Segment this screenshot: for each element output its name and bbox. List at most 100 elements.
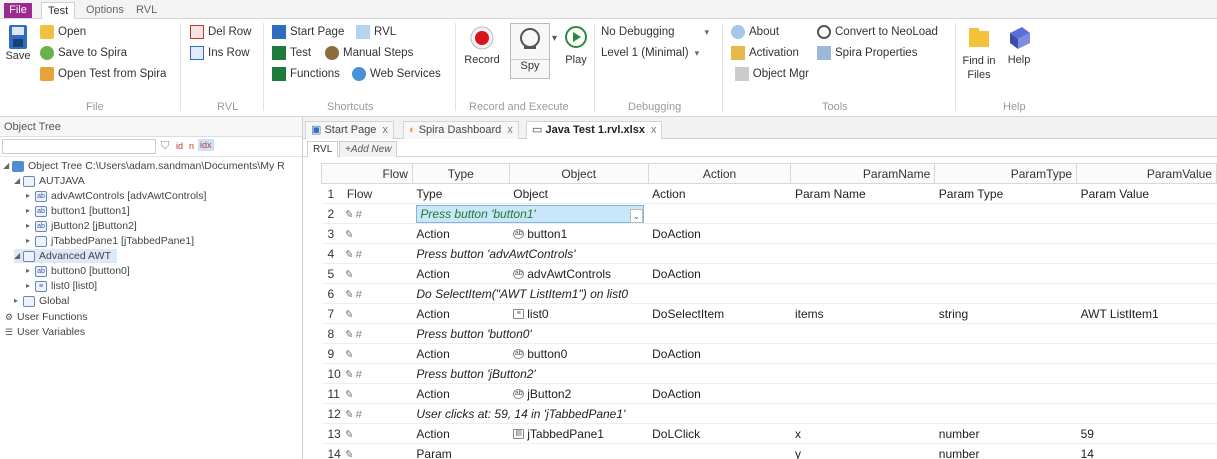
play-button[interactable]: Play: [562, 25, 590, 66]
spy-dropdown-icon[interactable]: ▾: [552, 33, 557, 44]
row-flow-cell[interactable]: 9 ✎: [321, 343, 413, 364]
table-row[interactable]: 10 ✎ # Press button 'jButton2': [321, 363, 1217, 384]
collapse-icon[interactable]: ◢: [3, 159, 12, 173]
column-header-action[interactable]: Action: [647, 163, 792, 184]
table-row[interactable]: 4 ✎ # Press button 'advAwtControls': [321, 243, 1217, 264]
save-to-spira-button[interactable]: Save to Spira: [40, 44, 127, 62]
table-row[interactable]: 8 ✎ # Press button 'button0': [321, 323, 1217, 344]
row-flow-cell[interactable]: 4 ✎ #: [321, 243, 413, 264]
add-new-sheet-tab[interactable]: +Add New: [339, 141, 398, 157]
paramvalue-cell[interactable]: [1076, 223, 1217, 244]
table-row[interactable]: 5 ✎ Action ab advAwtControls DoAction: [321, 263, 1217, 284]
collapse-icon[interactable]: ◢: [14, 249, 23, 263]
row-flow-cell[interactable]: 7 ✎: [321, 303, 413, 324]
comment-cell[interactable]: Press button 'advAwtControls': [412, 243, 1217, 264]
table-row[interactable]: 14 ✎ Param y number 14: [321, 443, 1217, 459]
tree-node-jbutton2[interactable]: ▸ ab jButton2 [jButton2]: [26, 219, 137, 233]
test-button[interactable]: Test: [272, 44, 311, 62]
filter-name-toggle[interactable]: n: [189, 141, 194, 151]
row-flow-cell[interactable]: 6 ✎ #: [321, 283, 413, 304]
tree-node-button1[interactable]: ▸ ab button1 [button1]: [26, 204, 130, 218]
expand-icon[interactable]: ▸: [26, 279, 35, 293]
convert-neoload-button[interactable]: Convert to NeoLoad: [817, 23, 938, 41]
table-row[interactable]: 6 ✎ # Do SelectItem("AWT ListItem1") on li…: [321, 283, 1217, 304]
expand-icon[interactable]: ▸: [14, 294, 23, 308]
paramvalue-cell[interactable]: [1076, 383, 1217, 404]
action-cell[interactable]: [648, 443, 791, 459]
table-row[interactable]: 1 Flow Type Object Action Param Name Par…: [321, 183, 1217, 204]
row-flow-cell[interactable]: 1 Flow: [321, 183, 413, 204]
tree-node-advawtcontrols[interactable]: ▸ ab advAwtControls [advAwtControls]: [26, 189, 206, 203]
paramtype-cell[interactable]: number: [934, 443, 1077, 459]
web-services-button[interactable]: Web Services: [352, 65, 441, 83]
activation-button[interactable]: Activation: [731, 44, 799, 62]
ins-row-button[interactable]: Ins Row: [190, 44, 250, 62]
paramvalue-cell[interactable]: [1076, 343, 1217, 364]
column-header-object[interactable]: Object: [508, 163, 649, 184]
object-cell[interactable]: ab button1: [509, 223, 649, 244]
tab-start-page[interactable]: ▣ Start Page x: [305, 121, 394, 139]
paramvalue-cell[interactable]: Param Value: [1076, 183, 1217, 204]
paramtype-cell[interactable]: [934, 203, 1077, 224]
menu-file[interactable]: File: [4, 3, 32, 18]
column-header-paramtype[interactable]: ParamType: [934, 163, 1078, 184]
filter-icon[interactable]: ⛉: [161, 140, 169, 153]
action-cell[interactable]: DoSelectItem: [648, 303, 791, 324]
tree-node-root[interactable]: ◢ Object Tree C:\Users\adam.sandman\Docum…: [3, 159, 285, 173]
type-cell[interactable]: Action: [412, 223, 510, 244]
paramtype-cell[interactable]: [934, 383, 1077, 404]
tree-node-jtabbedpane1[interactable]: ▸ jTabbedPane1 [jTabbedPane1]: [26, 234, 194, 248]
del-row-button[interactable]: Del Row: [190, 23, 251, 41]
find-in-files-button[interactable]: Find in Files: [961, 25, 997, 82]
object-cell[interactable]: ab jButton2: [509, 383, 649, 404]
table-row[interactable]: 13 ✎ Action ▤ jTabbedPane1 DoLClick x numb…: [321, 423, 1217, 444]
functions-button[interactable]: Functions: [272, 65, 340, 83]
open-button[interactable]: Open: [40, 23, 86, 41]
table-row[interactable]: 12 ✎ # User clicks at: 59, 14 in 'jTabbedP…: [321, 403, 1217, 424]
type-cell[interactable]: Action: [412, 383, 510, 404]
close-icon[interactable]: x: [382, 124, 388, 136]
type-cell[interactable]: Param: [412, 443, 510, 459]
paramtype-cell[interactable]: [934, 343, 1077, 364]
about-button[interactable]: About: [731, 23, 779, 41]
save-button[interactable]: Save: [4, 23, 32, 62]
paramtype-cell[interactable]: [934, 223, 1077, 244]
table-row[interactable]: 9 ✎ Action ab button0 DoAction: [321, 343, 1217, 364]
paramname-cell[interactable]: [790, 263, 935, 284]
column-header-type[interactable]: Type: [411, 163, 510, 184]
object-cell[interactable]: ab advAwtControls: [509, 263, 649, 284]
table-row[interactable]: 2 ✎ # Press button 'button1' ⌄: [321, 203, 1217, 224]
comment-cell[interactable]: Press button 'button0': [412, 323, 1217, 344]
expand-icon[interactable]: ▸: [26, 219, 35, 233]
menu-test[interactable]: Test: [41, 2, 76, 19]
tree-node-user-variables[interactable]: ☰ User Variables: [5, 325, 85, 339]
paramname-cell[interactable]: [790, 203, 935, 224]
manual-steps-button[interactable]: Manual Steps: [325, 44, 413, 62]
paramname-cell[interactable]: [790, 383, 935, 404]
record-button[interactable]: Record: [462, 25, 502, 66]
row-flow-cell[interactable]: 8 ✎ #: [321, 323, 413, 344]
object-cell[interactable]: ab button0: [509, 343, 649, 364]
tree-node-button0[interactable]: ▸ ab button0 [button0]: [26, 264, 130, 278]
column-header-paramname[interactable]: ParamName: [790, 163, 936, 184]
close-icon[interactable]: x: [651, 124, 657, 136]
tree-node-advanced-awt[interactable]: ◢ Advanced AWT: [14, 249, 117, 263]
tree-node-user-functions[interactable]: ⚙ User Functions: [5, 310, 88, 324]
paramtype-cell[interactable]: Param Type: [934, 183, 1077, 204]
spy-button[interactable]: Spy: [510, 23, 550, 79]
action-cell[interactable]: DoAction: [648, 263, 791, 284]
paramtype-cell[interactable]: string: [934, 303, 1077, 324]
paramname-cell[interactable]: [790, 343, 935, 364]
close-icon[interactable]: x: [507, 124, 513, 136]
object-cell[interactable]: ▤ jTabbedPane1: [509, 423, 649, 444]
table-row[interactable]: 11 ✎ Action ab jButton2 DoAction: [321, 383, 1217, 404]
paramvalue-cell[interactable]: [1076, 263, 1217, 284]
type-cell[interactable]: Action: [412, 263, 510, 284]
paramtype-cell[interactable]: [934, 263, 1077, 284]
paramname-cell[interactable]: x: [790, 423, 935, 444]
paramname-cell[interactable]: items: [790, 303, 935, 324]
expand-icon[interactable]: ▸: [26, 189, 35, 203]
comment-cell[interactable]: Press button 'button1' ⌄: [412, 203, 649, 224]
help-button[interactable]: Help: [1004, 25, 1034, 66]
tab-rvl-sheet[interactable]: RVL: [307, 141, 339, 157]
